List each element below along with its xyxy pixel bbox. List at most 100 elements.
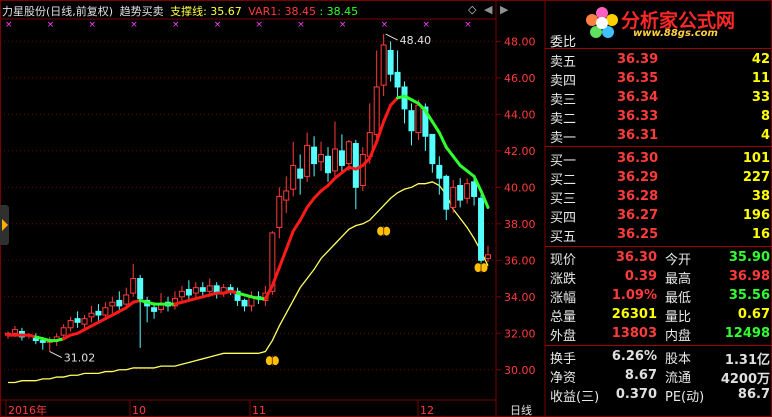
candle	[318, 141, 325, 171]
butterfly-wing	[474, 263, 482, 273]
candle	[352, 139, 359, 210]
quote-stat-row: 总量 26301 量比 0.67	[545, 305, 772, 325]
price-tick-label: 30.00	[504, 364, 536, 377]
fundamental-value: 6.26%	[611, 349, 657, 364]
price-tick-label: 32.00	[504, 327, 536, 340]
candle-body	[380, 44, 387, 86]
stat-value: 13803	[611, 326, 657, 341]
candle-body	[11, 329, 18, 334]
quote-stat-row: 涨幅 1.09% 最低 35.56	[545, 286, 772, 306]
signal-marker: ×	[297, 20, 305, 30]
candle	[178, 285, 185, 301]
fundamental-label: PE(动)	[665, 390, 705, 405]
candle-body	[485, 254, 491, 259]
order-level-label: 买二	[550, 173, 577, 188]
candle-body	[67, 319, 74, 329]
low-pointer	[49, 351, 62, 358]
trend-segment	[291, 218, 302, 233]
date-tick-label: 12	[420, 404, 434, 417]
candle-body	[81, 318, 88, 325]
ask-row: 卖一 36.31 4	[545, 126, 772, 146]
price-tick-label: 42.00	[504, 145, 536, 158]
order-volume: 4	[760, 128, 770, 143]
order-volume: 101	[742, 151, 770, 166]
signal-marker: ×	[339, 20, 347, 30]
candle-body	[102, 307, 109, 316]
stat-value: 36.98	[728, 269, 770, 284]
chevron-right-icon[interactable]: ▶	[500, 3, 508, 16]
stat-label: 最高	[665, 272, 692, 287]
candle-body	[60, 327, 67, 336]
order-price: 36.28	[617, 189, 659, 204]
candle	[359, 147, 366, 191]
signal-marker: ×	[88, 20, 96, 30]
ask-row: 卖三 36.34 33	[545, 88, 772, 108]
chevron-left-icon[interactable]: ◀	[484, 3, 492, 16]
order-price: 36.30	[617, 151, 659, 166]
butterfly-wing	[377, 226, 385, 236]
candle	[171, 291, 178, 310]
collapse-side-arrow[interactable]	[0, 205, 9, 245]
fundamental-value: 86.7	[737, 387, 770, 402]
candle	[248, 291, 255, 312]
order-ratio-tab[interactable]: 委比	[545, 30, 772, 50]
stat-label: 今开	[665, 253, 692, 268]
candle	[401, 81, 408, 124]
order-price: 36.35	[617, 71, 659, 86]
candle	[88, 305, 95, 323]
candle	[297, 154, 304, 195]
ask-row: 卖五 36.39 42	[545, 50, 772, 70]
order-price: 36.34	[617, 90, 659, 105]
candle	[304, 132, 311, 182]
order-level-label: 买四	[550, 211, 577, 226]
fundamental-row: 换手 6.26% 股本 1.31亿	[545, 347, 772, 368]
candle	[478, 194, 485, 268]
signal-marker: ×	[5, 20, 13, 30]
candle-body	[137, 278, 144, 300]
candle	[443, 174, 450, 221]
candle	[436, 156, 443, 195]
ask-row: 卖二 36.33 8	[545, 107, 772, 127]
bid-row: 买三 36.28 38	[545, 187, 772, 207]
order-level-label: 卖四	[550, 74, 577, 89]
date-tick-label: 10	[132, 404, 146, 417]
candle	[338, 134, 345, 173]
candle-body	[185, 288, 192, 296]
price-tick-label: 40.00	[504, 181, 536, 194]
order-volume: 227	[742, 170, 770, 185]
candle	[450, 180, 457, 213]
price-tick-label: 36.00	[504, 254, 536, 267]
fundamental-label: 股本	[665, 352, 692, 367]
trend-segment	[437, 131, 448, 149]
signal-marker: ×	[172, 20, 180, 30]
stat-label: 外盘	[550, 329, 577, 344]
bid-row: 买五 36.25 16	[545, 225, 772, 245]
high-pointer	[385, 33, 398, 41]
diamond-icon[interactable]: ◇	[468, 3, 476, 16]
candle-body	[178, 290, 185, 298]
candle	[380, 34, 387, 97]
order-level-label: 卖一	[550, 131, 577, 146]
order-price: 36.31	[617, 128, 659, 143]
stat-label: 现价	[550, 253, 577, 268]
candle-body	[443, 175, 450, 210]
candle	[192, 282, 199, 299]
bid-row: 买二 36.29 227	[545, 168, 772, 188]
candle-body	[192, 287, 199, 294]
date-tick-label: 11	[252, 404, 266, 417]
candle	[60, 324, 67, 337]
candle-body	[39, 340, 46, 343]
butterfly-icon	[474, 262, 488, 273]
candle	[276, 187, 283, 239]
candle-body	[394, 71, 401, 88]
candle	[394, 50, 401, 98]
candle	[408, 103, 415, 146]
price-tick-label: 48.00	[504, 35, 536, 48]
stat-value: 26301	[611, 307, 657, 322]
candle-body	[88, 312, 95, 318]
signal-marker: ×	[422, 20, 430, 30]
candle-body	[95, 310, 102, 316]
order-level-label: 买三	[550, 192, 577, 207]
candle	[311, 136, 318, 177]
period-label: 日线	[510, 403, 532, 417]
